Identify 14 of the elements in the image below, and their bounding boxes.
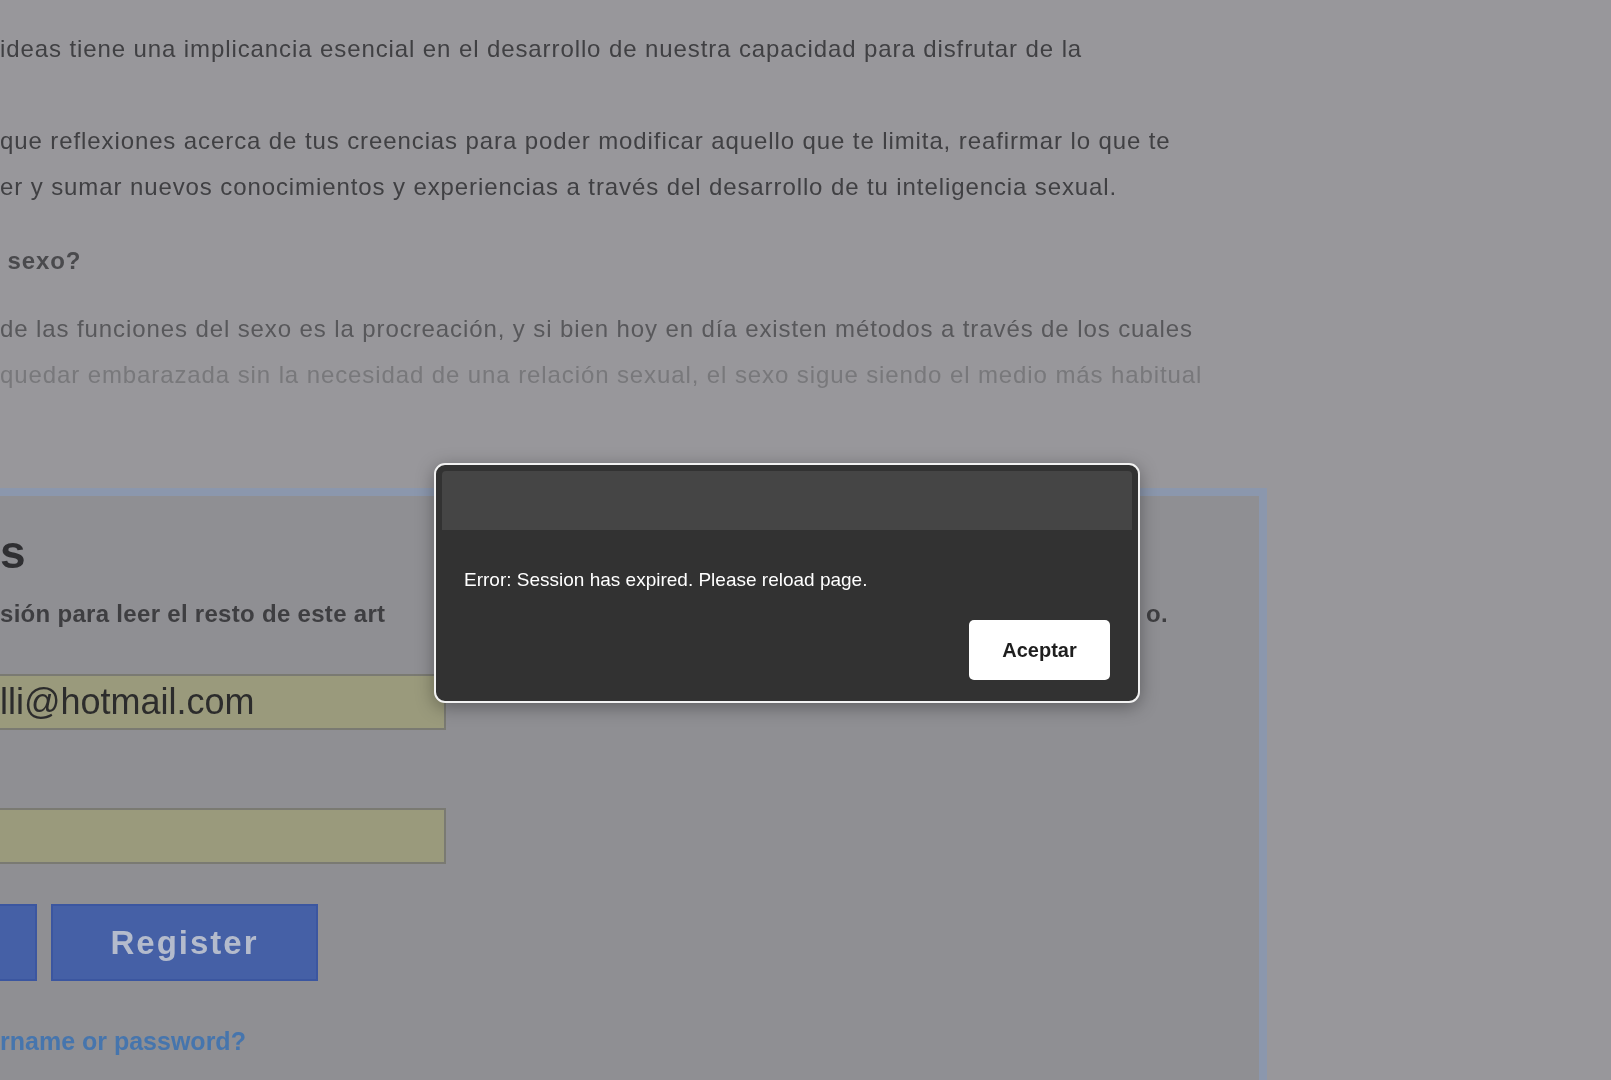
login-prompt-text: o.	[1146, 600, 1168, 628]
login-heading: s	[0, 525, 26, 580]
accept-button[interactable]: Aceptar	[969, 620, 1110, 680]
article-text-line: que reflexiones acerca de tus creencias para poder modificar aquello que te limita, reafirmar lo que te	[0, 126, 1172, 156]
error-message: Error: Session has expired. Please reload page.	[464, 568, 869, 592]
article-text-line: de las funciones del sexo es la procreación, y si bien hoy en día existen métodos a través de los cuales	[0, 314, 1194, 344]
article-heading: sexo?	[6, 246, 83, 276]
password-field[interactable]	[0, 808, 446, 864]
login-button[interactable]	[0, 904, 37, 981]
article-text-line: ideas tiene una implicancia esencial en el desarrollo de nuestra capacidad para disfrutar de la	[0, 34, 1084, 64]
article-text-line: er y sumar nuevos conocimientos y experiencias a través del desarrollo de tu inteligencia sexual.	[0, 172, 1119, 202]
login-prompt-text: sión para leer el resto de este art	[0, 600, 386, 628]
register-button[interactable]: Register	[51, 904, 318, 981]
email-field[interactable]: lli@hotmail.com	[0, 674, 446, 730]
